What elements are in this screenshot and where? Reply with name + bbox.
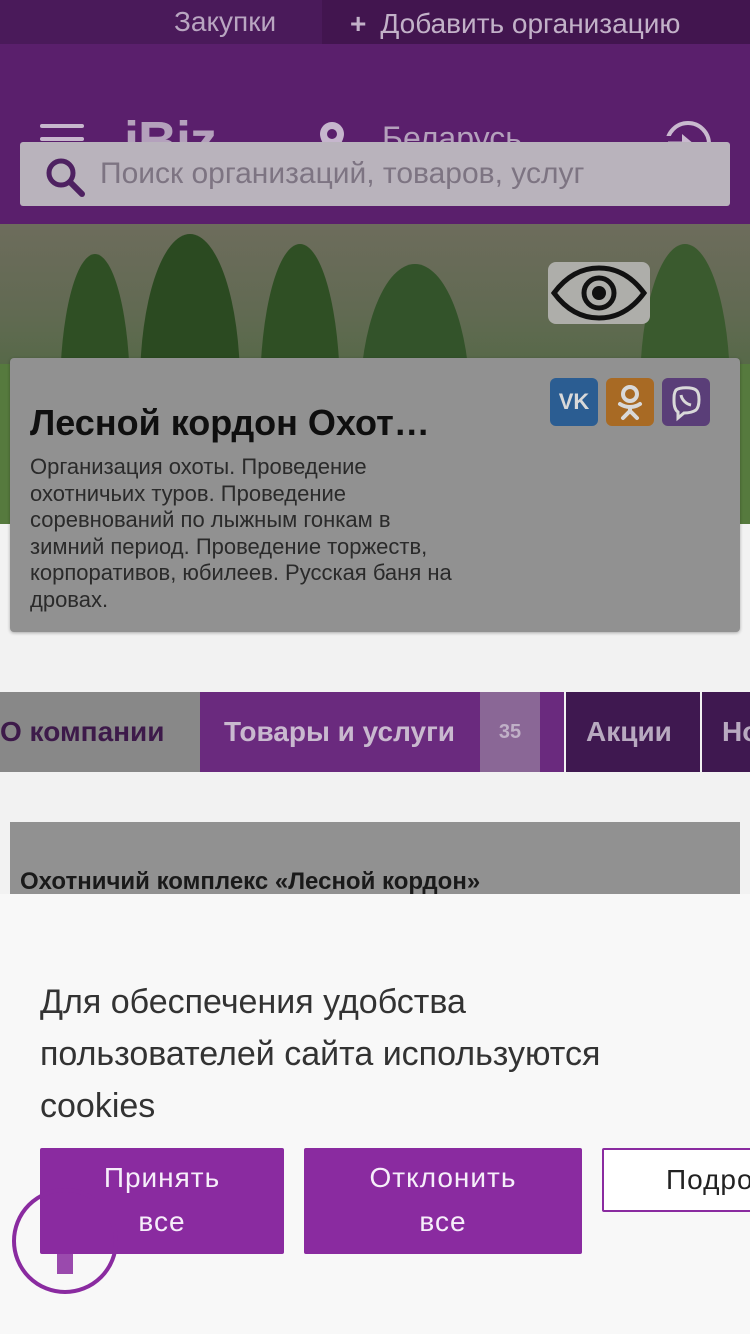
add-organization-link[interactable]: + Добавить организацию <box>322 0 750 44</box>
cookie-message: Для обеспечения удобства пользователей с… <box>40 983 601 1125</box>
odnoklassniki-icon[interactable] <box>606 378 654 426</box>
goods-count-badge: 35 <box>480 692 540 772</box>
search-icon <box>46 158 85 197</box>
viber-icon[interactable] <box>662 378 710 426</box>
reject-label-line2: все <box>419 1206 467 1237</box>
purchases-link[interactable]: Закупки <box>174 6 276 38</box>
add-organization-label: Добавить организацию <box>380 8 681 39</box>
tab-about[interactable]: О компании <box>0 692 200 772</box>
search-input[interactable] <box>100 150 710 198</box>
company-card: Лесной кордон Охот… Организация охоты. П… <box>10 358 740 632</box>
tab-news[interactable]: Но <box>702 692 750 772</box>
scroll-to-top-button[interactable] <box>12 1188 118 1294</box>
tab-goods-services[interactable]: Товары и услуги 35 <box>200 692 564 772</box>
company-title: Лесной кордон Охот… <box>30 402 430 443</box>
vk-icon[interactable]: VK <box>550 378 598 426</box>
view-count-eye-icon[interactable] <box>548 262 650 324</box>
reject-label-line1: Отклонить <box>369 1162 517 1193</box>
search-bar[interactable] <box>20 142 730 206</box>
about-section: Охотничий комплекс «Лесной кордон» <box>10 822 740 902</box>
plus-icon: + <box>350 8 367 39</box>
arrow-up-icon <box>42 1210 88 1274</box>
tab-promotions[interactable]: Акции <box>566 692 700 772</box>
section-heading: Охотничий комплекс «Лесной кордон» <box>20 868 481 895</box>
more-details-button[interactable]: Подро <box>602 1148 750 1212</box>
tab-goods-label: Товары и услуги <box>224 716 455 747</box>
company-tabs: О компании Товары и услуги 35 Акции Но <box>0 692 750 772</box>
company-description: Организация охоты. Проведение охотничьих… <box>30 454 452 612</box>
reject-all-button[interactable]: Отклонить все <box>304 1148 582 1254</box>
top-bar: Закупки + Добавить организацию <box>0 0 750 44</box>
